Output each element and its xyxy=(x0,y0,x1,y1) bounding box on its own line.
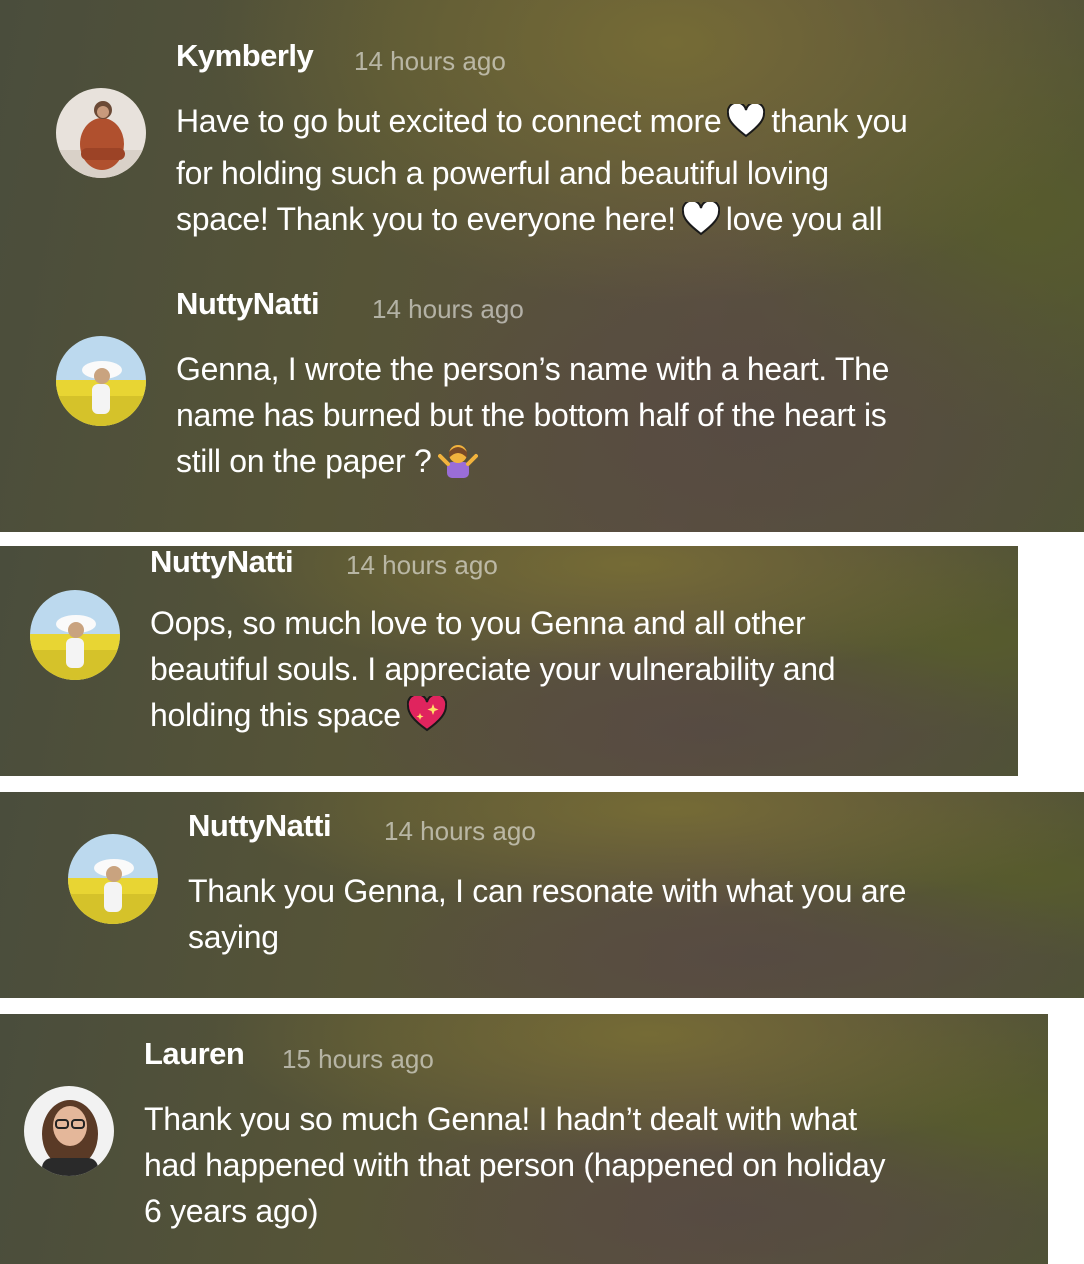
comment-author[interactable]: Kymberly xyxy=(176,38,314,74)
text-segment: Genna, I wrote the person’s name with a … xyxy=(176,351,890,387)
comment-item: NuttyNatti 14 hours ago Thank you Genna,… xyxy=(0,792,1084,998)
text-segment: name has burned but the bottom half of t… xyxy=(176,397,887,433)
comment-item: Kymberly 14 hours ago Have to go but exc… xyxy=(0,0,1084,260)
text-segment: 6 years ago) xyxy=(144,1193,319,1229)
comment-text: Thank you Genna, I can resonate with wha… xyxy=(188,868,906,960)
comment-line: Oops, so much love to you Genna and all … xyxy=(150,600,835,646)
comment-author[interactable]: Lauren xyxy=(144,1036,245,1072)
comment-author[interactable]: NuttyNatti xyxy=(150,546,294,580)
comment-timestamp: 14 hours ago xyxy=(384,816,536,846)
avatar[interactable] xyxy=(68,834,158,924)
white-heart-icon xyxy=(681,199,720,248)
comment-text: Genna, I wrote the person’s name with a … xyxy=(176,346,889,490)
comment-author[interactable]: NuttyNatti xyxy=(188,808,332,844)
comment-panel-1: Kymberly 14 hours ago Have to go but exc… xyxy=(0,0,1084,532)
sparkling-heart-icon xyxy=(406,693,447,744)
avatar[interactable] xyxy=(30,590,120,680)
comment-panel-3: NuttyNatti 14 hours ago Thank you Genna,… xyxy=(0,792,1084,998)
text-segment: holding this space xyxy=(150,697,401,733)
text-segment: beautiful souls. I appreciate your vulne… xyxy=(150,651,836,687)
comment-line: holding this space xyxy=(150,692,835,744)
text-segment: had happened with that person (happened … xyxy=(144,1147,886,1183)
comment-line: for holding such a powerful and beautifu… xyxy=(176,150,907,196)
text-segment: Oops, so much love to you Genna and all … xyxy=(150,605,806,641)
text-segment: Have to go but excited to connect more xyxy=(176,103,722,139)
text-segment: Thank you so much Genna! I hadn’t dealt … xyxy=(144,1101,857,1137)
text-segment: saying xyxy=(188,919,279,955)
text-segment: thank you xyxy=(771,103,908,139)
avatar[interactable] xyxy=(56,336,146,426)
avatar[interactable] xyxy=(24,1086,114,1176)
comment-item: NuttyNatti 14 hours ago Genna, I wrote t… xyxy=(0,260,1084,532)
comment-line: space! Thank you to everyone here! love y… xyxy=(176,196,907,248)
comment-line: Genna, I wrote the person’s name with a … xyxy=(176,346,889,392)
comment-line: beautiful souls. I appreciate your vulne… xyxy=(150,646,836,692)
comment-timestamp: 15 hours ago xyxy=(282,1044,434,1074)
text-segment: for holding such a powerful and beautifu… xyxy=(176,155,829,191)
white-heart-icon xyxy=(727,101,766,150)
comment-line: Thank you Genna, I can resonate with wha… xyxy=(188,868,906,914)
comment-line: 6 years ago) xyxy=(144,1188,885,1234)
text-segment: still on the paper ? xyxy=(176,443,432,479)
comment-text: Have to go but excited to connect more th… xyxy=(176,98,908,248)
comment-line: Thank you so much Genna! I hadn’t dealt … xyxy=(144,1096,885,1142)
text-segment: love you all xyxy=(725,201,883,237)
comment-line: had happened with that person (happened … xyxy=(144,1142,885,1188)
comment-line: still on the paper ? xyxy=(176,438,889,490)
comment-item: Lauren 15 hours ago Thank you so much Ge… xyxy=(0,1014,1048,1264)
comment-panel-4: Lauren 15 hours ago Thank you so much Ge… xyxy=(0,1014,1048,1264)
comment-line: saying xyxy=(188,914,906,960)
text-segment: Thank you Genna, I can resonate with wha… xyxy=(188,873,907,909)
comment-timestamp: 14 hours ago xyxy=(372,294,524,324)
comment-author[interactable]: NuttyNatti xyxy=(176,286,320,322)
avatar[interactable] xyxy=(56,88,146,178)
text-segment: space! Thank you to everyone here! xyxy=(176,201,676,237)
person-shrugging-icon xyxy=(437,442,478,490)
comment-timestamp: 14 hours ago xyxy=(354,46,506,76)
comment-line: Have to go but excited to connect more th… xyxy=(176,98,908,150)
comment-timestamp: 14 hours ago xyxy=(346,550,498,580)
comment-text: Thank you so much Genna! I hadn’t dealt … xyxy=(144,1096,885,1234)
comment-panel-2: NuttyNatti 14 hours ago Oops, so much lo… xyxy=(0,546,1018,776)
comment-item: NuttyNatti 14 hours ago Oops, so much lo… xyxy=(0,546,1018,776)
comment-text: Oops, so much love to you Genna and all … xyxy=(150,600,836,744)
comment-line: name has burned but the bottom half of t… xyxy=(176,392,889,438)
